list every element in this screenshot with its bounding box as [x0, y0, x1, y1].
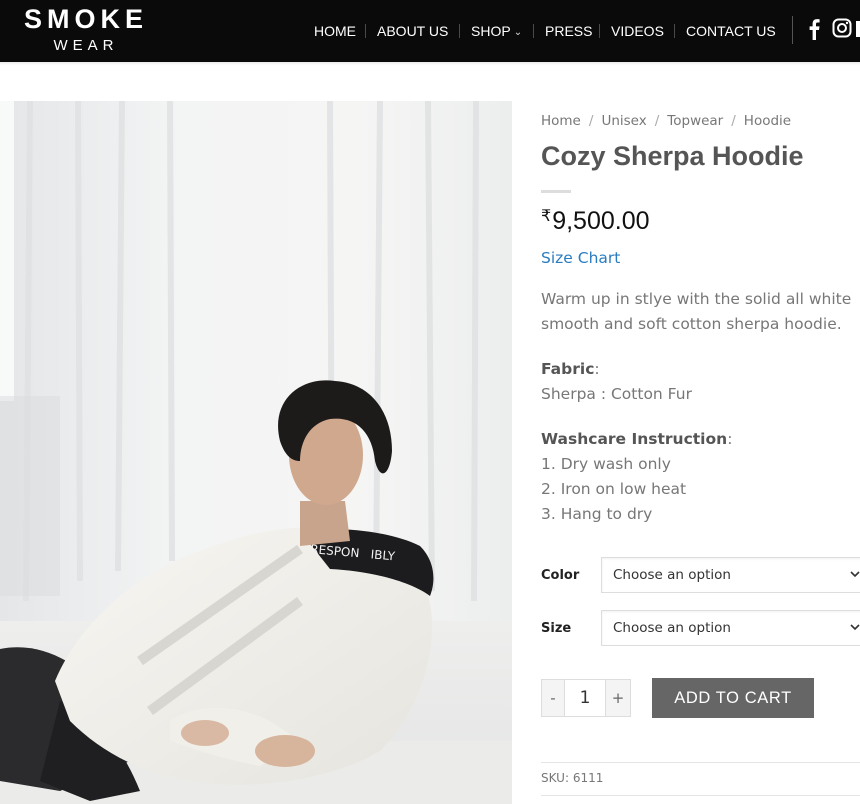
- washcare-item: 1. Dry wash only: [541, 455, 671, 473]
- chevron-down-icon: [850, 571, 860, 578]
- fabric-heading: Fabric:: [541, 360, 600, 378]
- color-select-value: Choose an option: [613, 567, 731, 583]
- nav-separator: [533, 24, 534, 38]
- washcare-heading: Washcare Instruction:: [541, 430, 733, 448]
- washcare-item: 2. Iron on low heat: [541, 480, 687, 498]
- size-label: Size: [541, 621, 572, 636]
- chevron-down-icon: [850, 624, 860, 631]
- breadcrumb-separator: /: [654, 113, 660, 129]
- size-select-value: Choose an option: [613, 620, 731, 636]
- breadcrumb: Home / Unisex / Topwear / Hoodie: [541, 113, 791, 129]
- logo-bottom-text: WEAR: [53, 37, 119, 54]
- breadcrumb-home[interactable]: Home: [541, 113, 581, 129]
- breadcrumb-unisex[interactable]: Unisex: [601, 113, 646, 129]
- breadcrumb-hoodie[interactable]: Hoodie: [744, 113, 791, 129]
- quantity-minus-button[interactable]: -: [541, 679, 565, 717]
- color-label: Color: [541, 568, 580, 583]
- washcare-label: Washcare Instruction: [541, 430, 728, 448]
- quantity-stepper: - 1 +: [541, 679, 631, 717]
- add-to-cart-button[interactable]: ADD TO CART: [652, 678, 814, 718]
- currency-symbol: ₹: [541, 208, 552, 225]
- quantity-plus-button[interactable]: +: [605, 679, 631, 717]
- product-title: Cozy Sherpa Hoodie: [541, 141, 804, 171]
- fabric-value: Sherpa : Cotton Fur: [541, 385, 692, 403]
- product-photo: RESPON IBLY: [0, 101, 512, 804]
- nav-about-us[interactable]: ABOUT US: [377, 21, 448, 41]
- title-divider: [541, 190, 571, 193]
- product-sku: SKU: 6111: [541, 771, 603, 785]
- nav-separator: [365, 24, 366, 38]
- breadcrumb-separator: /: [588, 113, 594, 129]
- color-select[interactable]: Choose an option: [601, 557, 860, 593]
- meta-divider: [541, 762, 860, 763]
- product-price: ₹9,500.00: [541, 206, 650, 236]
- logo-top-text: SMOKE: [23, 4, 148, 34]
- nav-home[interactable]: HOME: [314, 21, 356, 41]
- fabric-label: Fabric: [541, 360, 595, 378]
- breadcrumb-topwear[interactable]: Topwear: [667, 113, 723, 129]
- size-select[interactable]: Choose an option: [601, 610, 860, 646]
- chevron-down-icon: ⌄: [513, 27, 523, 38]
- meta-divider: [541, 795, 860, 796]
- nav-shop-label: SHOP: [471, 23, 511, 39]
- product-description: Warm up in stlye with the solid all whit…: [541, 290, 852, 333]
- quantity-input[interactable]: 1: [565, 679, 605, 717]
- product-summary: Home / Unisex / Topwear / Hoodie Cozy Sherpa H…: [541, 0, 860, 804]
- sku-value: 6111: [572, 771, 604, 785]
- logo[interactable]: SMOKE WEAR: [16, 4, 156, 58]
- nav-shop[interactable]: SHOP ⌄: [471, 21, 522, 43]
- price-amount: 9,500.00: [552, 207, 650, 235]
- size-chart-link[interactable]: Size Chart: [541, 249, 620, 267]
- breadcrumb-separator: /: [731, 113, 736, 129]
- nav-separator: [459, 24, 460, 38]
- washcare-item: 3. Hang to dry: [541, 505, 653, 523]
- sku-label: SKU:: [541, 771, 569, 785]
- product-image[interactable]: RESPON IBLY: [0, 101, 512, 804]
